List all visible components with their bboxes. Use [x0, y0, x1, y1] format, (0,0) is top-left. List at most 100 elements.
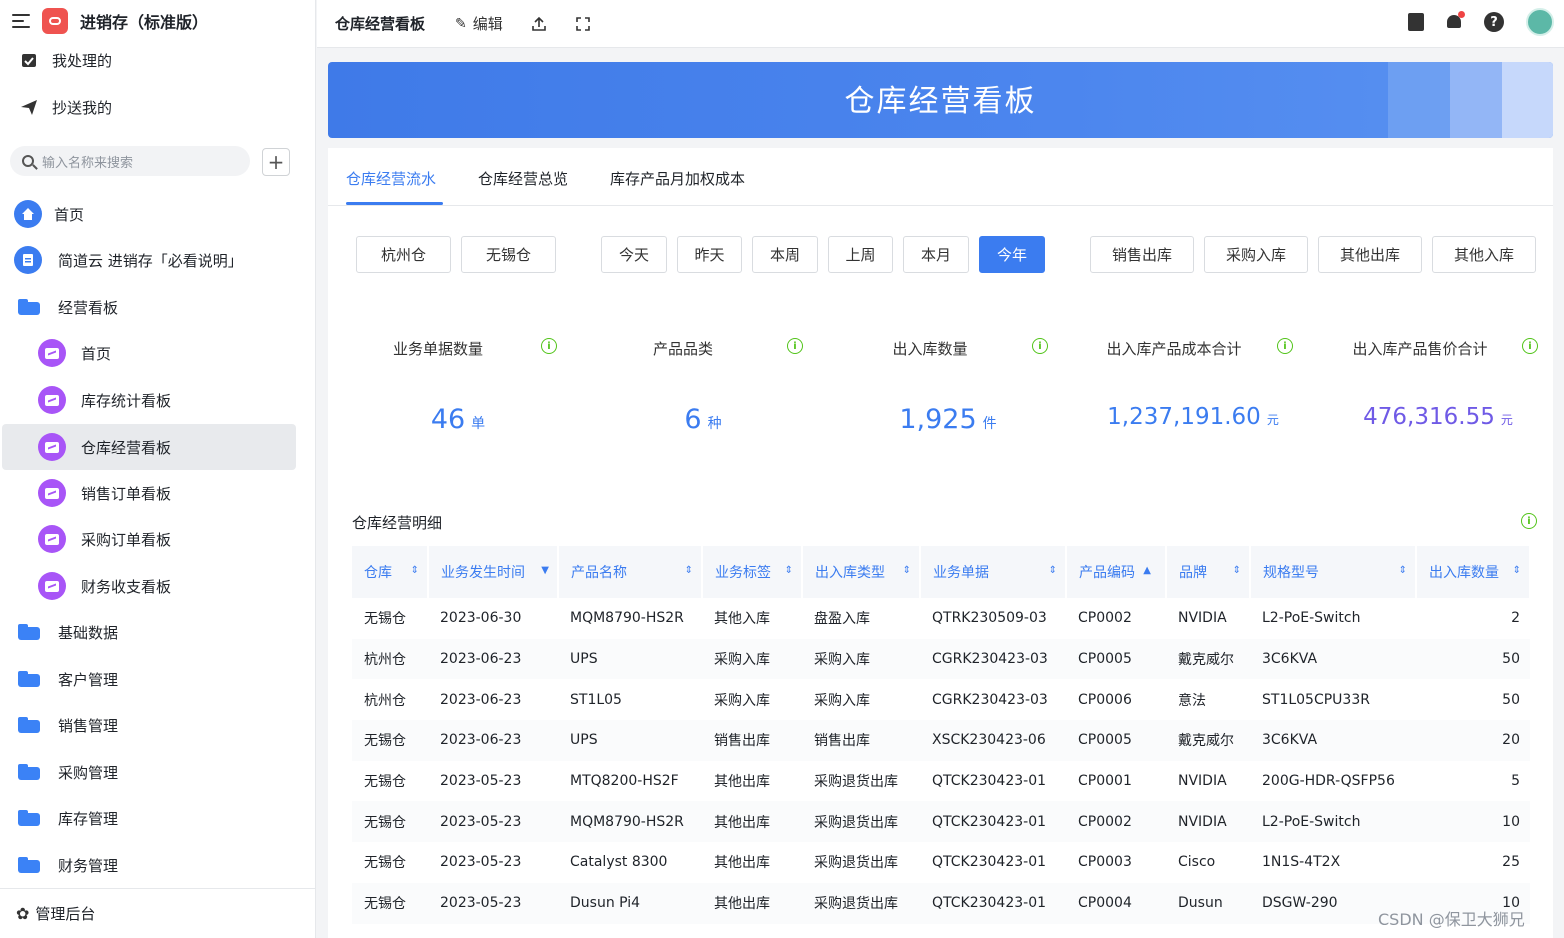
sort-icon: ⇕ — [410, 565, 419, 576]
table-row[interactable]: 无锡仓 2023-05-23 Catalyst 8300 其他出库 采购退货出库 QTCK… — [352, 842, 1530, 883]
sidebar-item-dash-home[interactable]: 首页 — [0, 331, 316, 375]
fullscreen-button[interactable] — [575, 16, 591, 32]
filter-yesterday[interactable]: 昨天 — [677, 236, 742, 273]
cell: CGRK230423-03 — [920, 638, 1066, 680]
kpi-label: 出入库数量 — [892, 340, 968, 358]
cell: 其他出库 — [702, 882, 802, 924]
fullscreen-icon — [575, 16, 590, 31]
sidebar-item-label: 基础数据 — [58, 623, 119, 642]
sidebar-item-label: 库存统计看板 — [81, 391, 172, 410]
filter-last-week[interactable]: 上周 — [828, 236, 893, 273]
cell: 无锡仓 — [364, 855, 406, 872]
sidebar-item-home[interactable]: 首页 — [0, 192, 316, 236]
cell: 无锡仓 — [352, 801, 428, 843]
folder-icon — [18, 717, 40, 733]
cell: 意法 — [1178, 692, 1206, 709]
filter-this-year[interactable]: 今年 — [979, 236, 1045, 273]
column-header[interactable]: 出入库类型 ⇕ — [802, 546, 921, 598]
cell: UPS — [558, 638, 702, 680]
column-header[interactable]: 业务单据 ⇕ — [920, 546, 1067, 598]
sidebar-item-label: 简道云 进销存「必看说明」 — [58, 251, 243, 270]
cell: 3C6KVA — [1250, 720, 1416, 761]
app-root: 进销存（标准版） 我处理的 抄送我的 输入名称来搜索 + 首页 简道云 进销存「… — [0, 0, 1564, 938]
filter-today[interactable]: 今天 — [601, 236, 667, 273]
sidebar-item-label: 首页 — [81, 344, 112, 363]
info-icon[interactable]: i — [1032, 338, 1048, 354]
filter-other-out[interactable]: 其他出库 — [1318, 236, 1422, 273]
menu-toggle-icon[interactable] — [12, 14, 30, 28]
sidebar-item-warehouse-dashboard[interactable]: 仓库经营看板 — [2, 424, 296, 470]
search-placeholder: 输入名称来搜索 — [42, 155, 134, 171]
filter-warehouse-hangzhou[interactable]: 杭州仓 — [356, 236, 451, 273]
column-header[interactable]: 产品编码 ▲ — [1066, 546, 1167, 598]
upload-icon — [531, 16, 546, 31]
column-header-label: 业务发生时间 — [441, 565, 525, 581]
filter-warehouse-wuxi[interactable]: 无锡仓 — [461, 236, 556, 273]
table-row[interactable]: 无锡仓 2023-06-30 MQM8790-HS2R 其他入库 盘盈入库 QTRK230… — [352, 598, 1530, 639]
filter-this-week[interactable]: 本周 — [752, 236, 818, 273]
bell-icon[interactable] — [1446, 11, 1465, 31]
sidebar-item-cc-me[interactable]: 抄送我的 — [0, 85, 316, 129]
dashboard-icon — [38, 525, 66, 553]
tab-monthly-weighted-cost[interactable]: 库存产品月加权成本 — [610, 168, 745, 189]
admin-link[interactable]: ✿ 管理后台 — [0, 888, 316, 938]
tab-warehouse-flow[interactable]: 仓库经营流水 — [346, 168, 436, 189]
sidebar: 进销存（标准版） 我处理的 抄送我的 输入名称来搜索 + 首页 简道云 进销存「… — [0, 0, 316, 938]
info-icon[interactable]: i — [1277, 338, 1293, 354]
column-header[interactable]: 品牌 ⇕ — [1166, 546, 1251, 598]
book-icon[interactable] — [1408, 13, 1424, 31]
column-header-label: 仓库 — [364, 565, 392, 581]
sidebar-item-purchasing[interactable]: 采购管理 — [0, 750, 316, 794]
column-header[interactable]: 业务标签 ⇕ — [702, 546, 803, 598]
info-icon[interactable]: i — [1521, 513, 1537, 529]
sidebar-item-dashboards-folder[interactable]: 经营看板 — [0, 285, 316, 329]
info-icon[interactable]: i — [1522, 338, 1538, 354]
column-header-label: 业务标签 — [715, 565, 771, 581]
filter-other-in[interactable]: 其他入库 — [1432, 236, 1536, 273]
kpi-unit: 单 — [471, 416, 486, 432]
help-icon[interactable]: ? — [1484, 12, 1504, 32]
filter-purchase-in[interactable]: 采购入库 — [1204, 236, 1308, 273]
table-row[interactable]: 无锡仓 2023-05-23 Dusun Pi4 其他出库 采购退货出库 QTCK2304… — [352, 882, 1530, 924]
sidebar-item-customers[interactable]: 客户管理 — [0, 657, 316, 701]
column-header[interactable]: 规格型号 ⇕ — [1250, 546, 1417, 598]
avatar[interactable] — [1526, 8, 1554, 36]
filter-sales-out[interactable]: 销售出库 — [1090, 236, 1194, 273]
table-row[interactable]: 无锡仓 2023-05-23 MQM8790-HS2R 其他出库 采购退货出库 QTCK2… — [352, 801, 1530, 843]
cell: 20 — [1416, 720, 1530, 761]
table-row[interactable]: 无锡仓 2023-06-23 UPS 销售出库 销售出库 XSCK230423-06 CP0… — [352, 720, 1530, 761]
share-button[interactable] — [531, 16, 547, 32]
table-row[interactable]: 杭州仓 2023-06-23 ST1L05 采购入库 采购入库 CGRK230423-03… — [352, 679, 1530, 720]
info-icon[interactable]: i — [541, 338, 557, 354]
folder-icon — [18, 299, 40, 315]
filter-this-month[interactable]: 本月 — [903, 236, 969, 273]
table-row[interactable]: 无锡仓 2023-05-23 MTQ8200-HS2F 其他出库 采购退货出库 QTCK2… — [352, 761, 1530, 802]
info-icon[interactable]: i — [787, 338, 803, 354]
sidebar-item-base-data[interactable]: 基础数据 — [0, 610, 316, 654]
column-header[interactable]: 产品名称 ⇕ — [558, 546, 703, 598]
sidebar-item-finance-mgmt[interactable]: 财务管理 — [0, 843, 316, 887]
column-header[interactable]: 仓库 ⇕ — [352, 546, 429, 598]
tab-warehouse-overview[interactable]: 仓库经营总览 — [478, 168, 568, 189]
sidebar-item-label: 客户管理 — [58, 670, 119, 689]
section-title: 仓库经营明细 — [352, 514, 443, 532]
cell: CP0005 — [1066, 638, 1166, 680]
sidebar-item-sales-orders[interactable]: 销售订单看板 — [0, 471, 316, 515]
column-header[interactable]: 出入库数量 ⇕ — [1416, 546, 1531, 598]
search-input[interactable]: 输入名称来搜索 — [10, 146, 250, 176]
sidebar-item-my-tasks[interactable]: 我处理的 — [0, 38, 316, 82]
table-row[interactable]: 杭州仓 2023-06-23 UPS 采购入库 采购入库 CGRK230423-03 CP0… — [352, 638, 1530, 680]
sidebar-item-inventory[interactable]: 库存管理 — [0, 796, 316, 840]
sidebar-item-purchase-orders[interactable]: 采购订单看板 — [0, 517, 316, 561]
edit-button[interactable]: ✎ 编辑 — [455, 13, 503, 34]
column-header[interactable]: 业务发生时间 ▼ — [428, 546, 559, 598]
cell: CP0002 — [1078, 610, 1132, 627]
sidebar-item-sales[interactable]: 销售管理 — [0, 703, 316, 747]
add-button[interactable]: + — [262, 148, 290, 176]
cell: 采购入库 — [814, 692, 870, 709]
cell: 其他出库 — [714, 855, 770, 872]
sidebar-item-finance[interactable]: 财务收支看板 — [0, 564, 316, 608]
sidebar-item-inventory-stats[interactable]: 库存统计看板 — [0, 378, 316, 422]
sidebar-item-guide[interactable]: 简道云 进销存「必看说明」 — [0, 238, 316, 282]
document-icon — [14, 246, 42, 274]
